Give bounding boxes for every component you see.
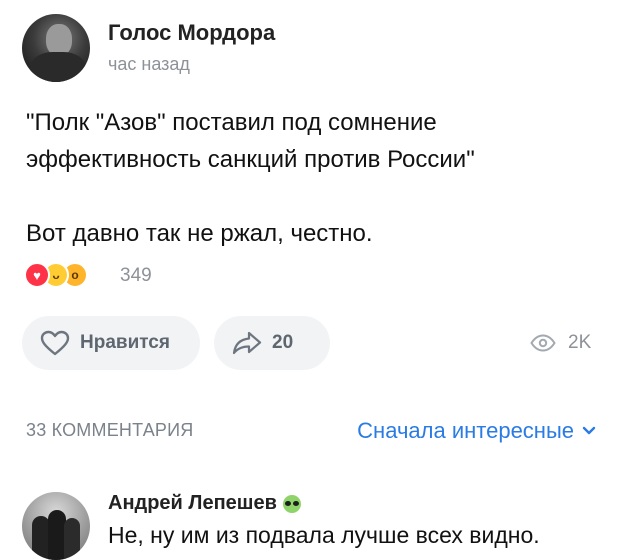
share-count: 20 — [272, 332, 294, 353]
author-name[interactable]: Голос Мордора — [108, 20, 275, 46]
sort-label: Сначала интересные — [357, 418, 574, 443]
comments-header: 33 КОММЕНТАРИЯ Сначала интересные — [26, 418, 596, 448]
views-count: 2K — [568, 332, 592, 353]
post-text-line: Вот давно так не ржал, честно. — [26, 220, 373, 247]
comment-item: Андрей Лепешев Не, ну им из подвала лучш… — [22, 486, 602, 560]
eye-icon — [530, 334, 556, 352]
avatar-figure — [64, 518, 80, 560]
reaction-count: 349 — [120, 265, 152, 286]
comment-text: Не, ну им из подвала лучше всех видно. — [108, 522, 540, 548]
heart-reaction-icon: ♥ — [24, 262, 50, 288]
commenter-name[interactable]: Андрей Лепешев — [108, 492, 301, 515]
chevron-down-icon — [582, 426, 596, 435]
comments-sort-toggle[interactable]: Сначала интересные — [357, 418, 596, 444]
share-button[interactable]: 20 — [214, 316, 330, 370]
commenter-name-text: Андрей Лепешев — [108, 492, 277, 514]
share-arrow-icon — [232, 331, 262, 355]
comments-count: 33 КОММЕНТАРИЯ — [26, 420, 194, 440]
author-avatar[interactable] — [22, 14, 90, 82]
reactions-summary[interactable]: ♥ ᴗ o 349 — [24, 262, 224, 290]
post-text-line: "Полк "Азов" поставил под сомнение — [26, 109, 437, 136]
views-counter: 2K — [530, 332, 591, 354]
commenter-avatar[interactable] — [22, 492, 90, 560]
post-timestamp[interactable]: час назад — [108, 54, 190, 75]
like-button[interactable]: Нравится — [22, 316, 200, 370]
post-text-line: эффективность санкций против России" — [26, 146, 475, 173]
avatar-body — [30, 52, 86, 82]
post-header: Голос Мордора час назад — [22, 14, 602, 84]
heart-outline-icon — [40, 330, 70, 356]
alien-emoji-icon — [282, 494, 301, 513]
like-label: Нравится — [80, 332, 170, 353]
post-text: "Полк "Азов" поставил под сомнение эффек… — [26, 104, 596, 252]
